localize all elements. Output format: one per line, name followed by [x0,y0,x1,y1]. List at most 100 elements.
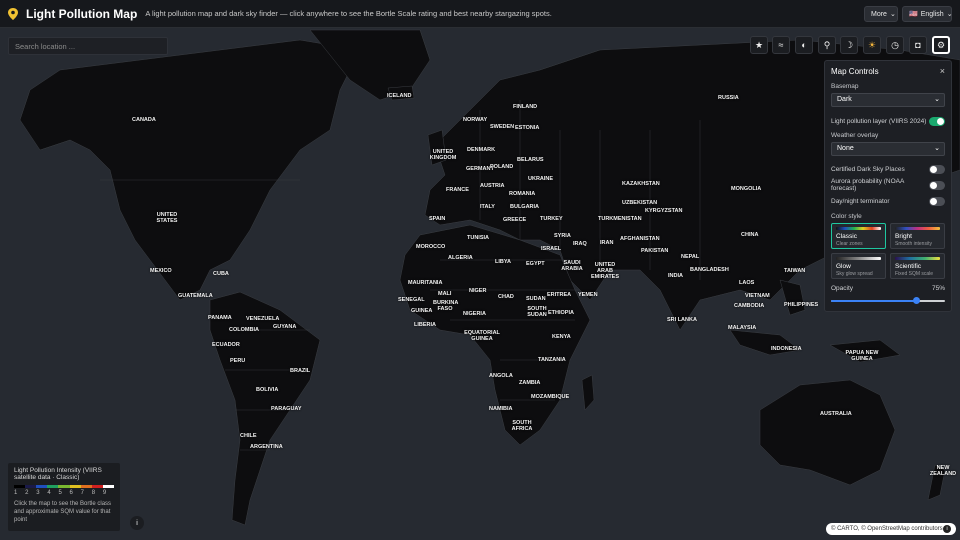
clock-icon[interactable]: ◷ [886,36,904,54]
star-icon[interactable]: ★ [750,36,768,54]
telescope-icon[interactable]: ⚲ [818,36,836,54]
map-label: CHILE [240,433,257,439]
lp-layer-label: Light pollution layer (VIIRS 2024) [831,117,927,125]
style-name: Scientific [895,263,922,270]
style-desc: Smooth intensity [895,241,932,247]
terminator-label: Day/night terminator [831,197,890,205]
style-desc: Fixed SQM scale [895,271,934,277]
map-label: PAPUA NEW GUINEA [845,350,879,362]
weather-value: None [837,145,854,152]
map-canvas[interactable] [0,29,960,540]
legend-note: Click the map to see the Bortle class an… [14,501,112,523]
style-glow-card[interactable]: Glow Sky glow spread [831,253,886,279]
map-label: PANAMA [208,315,232,321]
attribution-text: © CARTO, © OpenStreetMap contributors [831,526,943,532]
map-label: UKRAINE [528,176,554,182]
map-label: LAOS [739,280,755,286]
style-scientific-card[interactable]: Scientific Fixed SQM scale [890,253,945,279]
map-label: MOZAMBIQUE [531,394,570,400]
map-label: PAKISTAN [641,248,669,254]
legend-tick: 1 [14,490,18,496]
map-label: SUDAN [526,296,546,302]
map-label: KENYA [552,334,571,340]
aurora-toggle[interactable] [929,180,945,190]
map-label: LIBERIA [414,322,436,328]
basemap-label: Basemap [831,83,859,90]
legend-tick: 4 [47,490,51,496]
map-label: TANZANIA [538,357,566,363]
style-desc: Sky glow spread [836,271,873,277]
opacity-slider[interactable] [831,297,945,304]
basemap-select[interactable]: Dark ⌄ [831,93,945,107]
sun-icon[interactable]: ☀ [863,36,881,54]
map-label: ARGENTINA [250,444,283,450]
gradient-swatch [895,257,940,260]
map-label: CUBA [213,271,229,277]
map-label: CANADA [132,117,156,123]
gradient-swatch [836,257,881,260]
map-label: BOLIVIA [256,387,279,393]
search-input[interactable] [8,37,168,55]
waves-icon[interactable]: ≈ [772,36,790,54]
settings-button[interactable]: ⚙ [932,36,950,54]
map-label: KYRGYZSTAN [645,208,683,214]
info-icon[interactable]: i [130,516,144,530]
map-label: EGYPT [526,261,545,267]
camera-icon[interactable]: ◘ [909,36,927,54]
map-label: BULGARIA [510,204,540,210]
map-label: TUNISIA [467,235,489,241]
language-selector[interactable]: 🇺🇸 English ⌄ [902,6,953,22]
map-label: SWEDEN [490,124,515,130]
map-label: UNITED STATES [156,212,178,224]
map-label: GUYANA [273,324,297,330]
legend-tick: 8 [91,490,96,496]
map-label: SYRIA [554,233,571,239]
map-label: SOUTH AFRICA [511,420,533,432]
legend-tick: 9 [102,490,107,496]
chevron-down-icon: ⌄ [934,96,940,103]
map-label: DENMARK [467,147,496,153]
close-icon[interactable]: × [940,66,945,76]
weather-select[interactable]: None ⌄ [831,142,945,156]
style-classic-card[interactable]: Classic Clear zones [831,223,886,249]
chevron-down-icon: ⌄ [934,145,940,152]
map-label: VENEZUELA [246,316,280,322]
world-map[interactable] [0,29,960,540]
style-name: Glow [836,263,851,270]
map-label: VIETNAM [745,293,770,299]
map-label: ECUADOR [212,342,240,348]
map-label: YEMEN [578,292,598,298]
map-label: PARAGUAY [271,406,302,412]
slider-thumb[interactable] [913,297,920,304]
map-label: ISRAEL [541,246,562,252]
basemap-value: Dark [837,96,852,103]
style-desc: Clear zones [836,241,863,247]
color-style-grid: Classic Clear zones Bright Smooth intens… [831,223,945,279]
map-label: MALAYSIA [728,325,757,331]
map-label: ALGERIA [448,255,473,261]
app-subtitle: A light pollution map and dark sky finde… [145,9,552,18]
gradient-swatch [836,227,881,230]
map-label: BURKINA FASO [433,300,459,312]
map-label: AFGHANISTAN [620,236,660,242]
contrast-icon[interactable]: ◐ [795,36,813,54]
map-label: IRAQ [573,241,587,247]
opacity-label: Opacity [831,284,854,292]
legend-title: Light Pollution Intensity (VIIRS satelli… [14,467,102,481]
map-label: FRANCE [446,187,469,193]
info-icon[interactable]: i [943,525,951,533]
terminator-toggle[interactable] [929,196,945,206]
map-label: AUSTRALIA [820,411,852,417]
style-bright-card[interactable]: Bright Smooth intensity [890,223,945,249]
moon-icon[interactable]: ☽ [840,36,858,54]
dark-sky-toggle[interactable] [929,164,945,174]
map-label: GUATEMALA [178,293,213,299]
more-label: More [871,10,887,18]
map-label: BANGLADESH [690,267,729,273]
map-label: POLAND [490,164,514,170]
map-controls-panel: Map Controls × Basemap Dark ⌄ Light poll… [824,60,952,312]
legend-tick: 2 [25,490,29,496]
lp-layer-toggle[interactable] [929,116,945,126]
map-label: INDIA [668,273,683,279]
more-menu-button[interactable]: More ⌄ [864,6,898,22]
